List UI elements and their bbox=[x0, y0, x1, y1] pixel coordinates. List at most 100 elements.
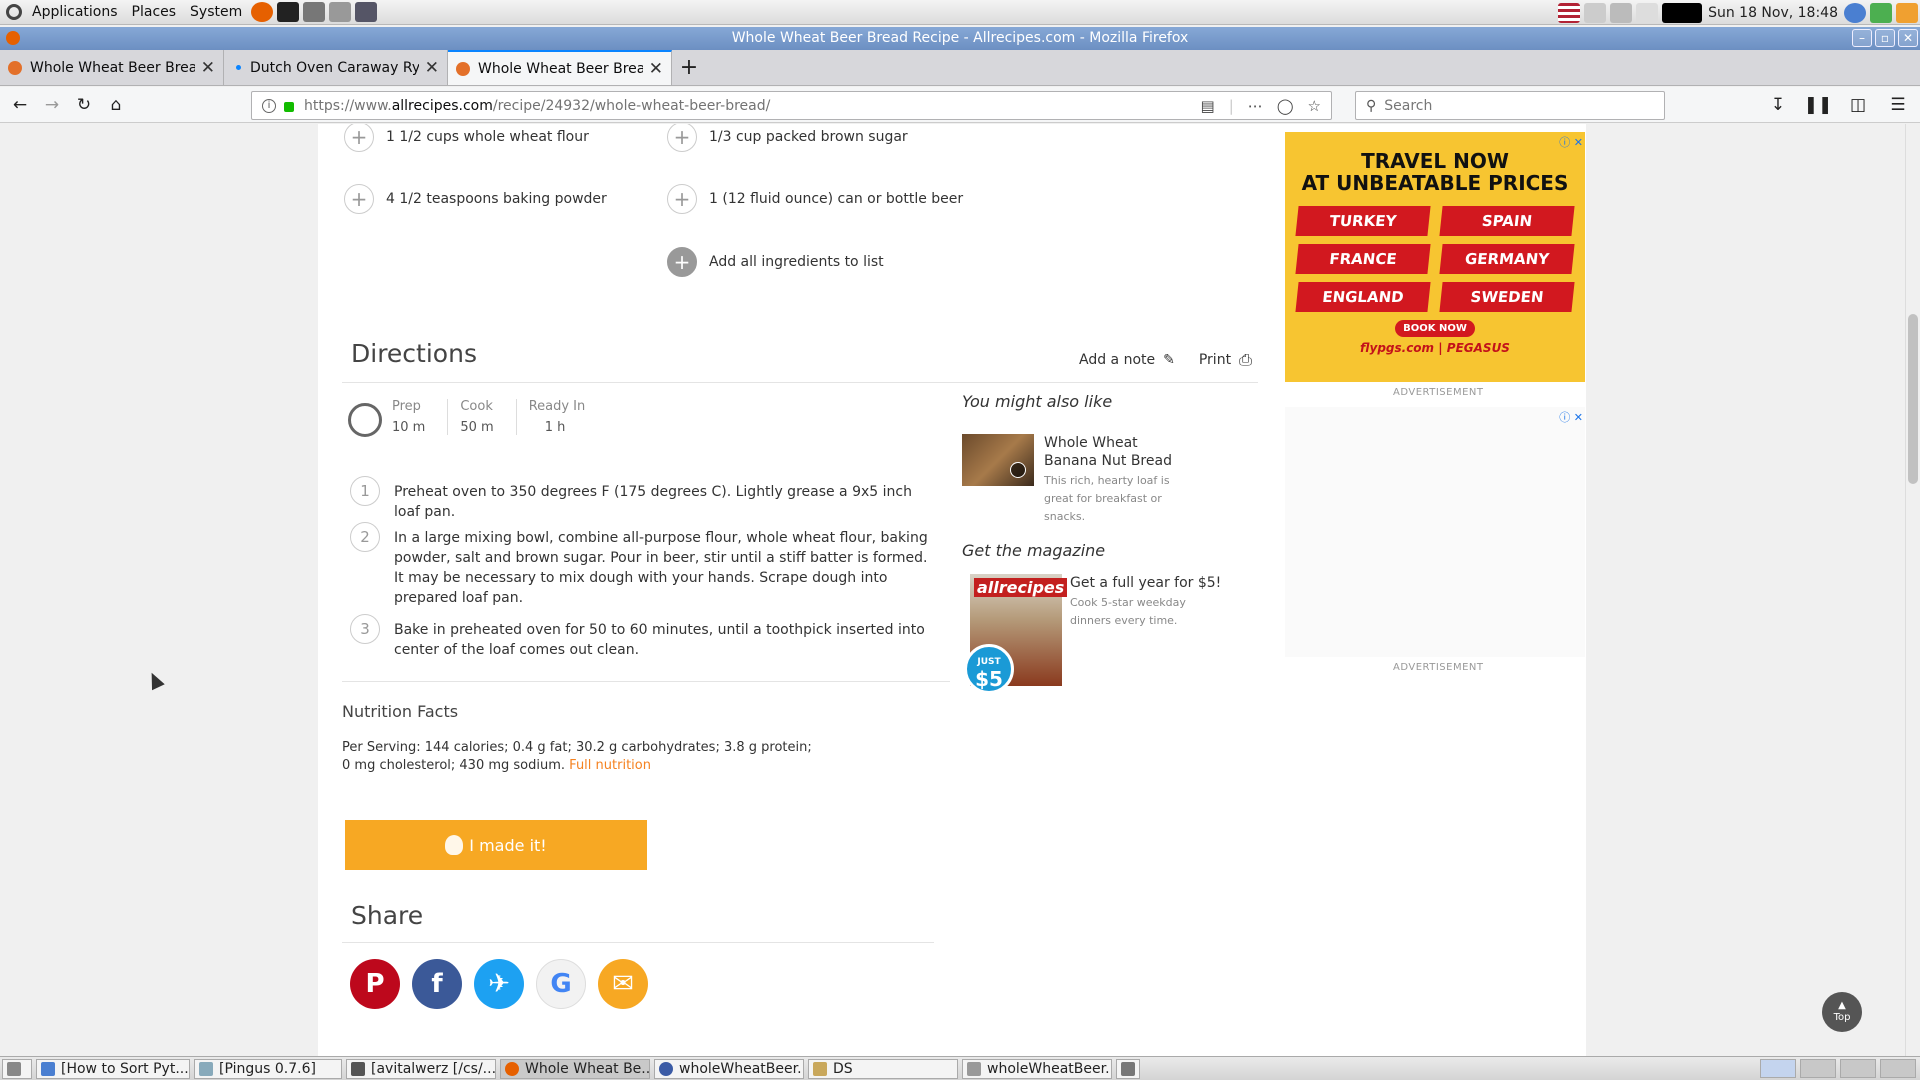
new-tab-button[interactable]: + bbox=[672, 50, 706, 85]
direction-step[interactable]: 1 Preheat oven to 350 degrees F (175 deg… bbox=[350, 476, 940, 522]
magazine-card[interactable]: allrecipes JUST $5 Get a full year for $… bbox=[964, 574, 1230, 694]
trash-icon[interactable] bbox=[1116, 1058, 1140, 1079]
close-tab-icon[interactable]: ✕ bbox=[201, 58, 215, 78]
travel-advertisement[interactable]: ⓘ ✕ TRAVEL NOW AT UNBEATABLE PRICES TURK… bbox=[1285, 132, 1585, 382]
ad-country[interactable]: TURKEY bbox=[1295, 206, 1431, 236]
ad-country[interactable]: ENGLAND bbox=[1295, 282, 1431, 312]
help-icon[interactable] bbox=[1844, 2, 1866, 23]
ingredient-item[interactable]: + 1 1/2 cups whole wheat flour bbox=[344, 124, 589, 152]
google-icon[interactable]: G bbox=[536, 959, 586, 1009]
ingredient-item[interactable]: + 1/3 cup packed brown sugar bbox=[667, 124, 908, 152]
page-scrollbar[interactable] bbox=[1905, 124, 1920, 1056]
also-like-title[interactable]: Whole Wheat Banana Nut Bread bbox=[1044, 434, 1192, 470]
forward-button[interactable]: → bbox=[36, 91, 68, 119]
menu-hamburger-icon[interactable]: ☰ bbox=[1882, 91, 1914, 119]
reload-button[interactable]: ↻ bbox=[68, 91, 100, 119]
twitter-icon[interactable]: ✈ bbox=[474, 959, 524, 1009]
ad-country[interactable]: SWEDEN bbox=[1439, 282, 1575, 312]
sidebar-icon[interactable]: ◫ bbox=[1842, 91, 1874, 119]
magazine-title[interactable]: Get a full year for $5! bbox=[1070, 574, 1230, 592]
magazine-cover[interactable]: allrecipes JUST $5 bbox=[964, 574, 1068, 694]
workspace-switcher[interactable] bbox=[1760, 1059, 1916, 1078]
search-input[interactable]: ⚲ Search bbox=[1355, 91, 1665, 120]
logout-icon[interactable] bbox=[1870, 2, 1892, 23]
url-text[interactable]: https://www.allrecipes.com/recipe/24932/… bbox=[304, 98, 1201, 114]
pencil-icon[interactable]: ✎ bbox=[1163, 352, 1175, 368]
tab-whole-wheat-beer-bread-1[interactable]: Whole Wheat Beer Bread ✕ bbox=[0, 50, 224, 85]
direction-step[interactable]: 3 Bake in preheated oven for 50 to 60 mi… bbox=[350, 614, 940, 660]
reader-view-icon[interactable]: ▤ bbox=[1201, 97, 1215, 115]
bookmark-star-icon[interactable]: ☆ bbox=[1308, 97, 1321, 115]
system-menu[interactable]: System bbox=[183, 4, 249, 20]
system-monitor-icon[interactable] bbox=[1662, 2, 1703, 23]
taskbar-item[interactable]: wholeWheatBeer... bbox=[654, 1058, 804, 1079]
add-all-ingredients-button[interactable]: + Add all ingredients to list bbox=[667, 247, 884, 277]
add-ingredient-icon[interactable]: + bbox=[667, 184, 697, 214]
taskbar-item[interactable]: DS bbox=[808, 1058, 958, 1079]
app-launcher-icon[interactable] bbox=[355, 2, 378, 22]
blank-advertisement[interactable]: ⓘ ✕ bbox=[1285, 407, 1585, 657]
taskbar-item-active[interactable]: Whole Wheat Be... bbox=[500, 1058, 650, 1079]
ad-country[interactable]: SPAIN bbox=[1439, 206, 1575, 236]
page-actions-icon[interactable]: ⋯ bbox=[1248, 97, 1263, 115]
library-icon[interactable]: ❚❚ bbox=[1802, 91, 1834, 119]
back-button[interactable]: ← bbox=[4, 91, 36, 119]
places-menu[interactable]: Places bbox=[125, 4, 184, 20]
banana-bread-thumbnail[interactable] bbox=[962, 434, 1034, 486]
back-to-top-button[interactable]: ▲ Top bbox=[1822, 992, 1862, 1032]
add-ingredient-icon[interactable]: + bbox=[344, 124, 374, 152]
add-ingredient-icon[interactable]: + bbox=[344, 184, 374, 214]
close-window-button[interactable]: ✕ bbox=[1898, 29, 1918, 47]
secure-lock-icon[interactable] bbox=[284, 101, 294, 112]
close-tab-icon[interactable]: ✕ bbox=[649, 59, 663, 79]
pocket-icon[interactable]: ◯ bbox=[1277, 97, 1294, 115]
ad-info-close-icon[interactable]: ⓘ ✕ bbox=[1559, 134, 1583, 150]
shutdown-icon[interactable] bbox=[1896, 2, 1918, 23]
book-now-button[interactable]: BOOK NOW bbox=[1395, 320, 1475, 337]
maximize-button[interactable]: ▫ bbox=[1875, 29, 1895, 47]
site-info-icon[interactable]: i bbox=[262, 98, 276, 113]
tab-whole-wheat-beer-bread-active[interactable]: Whole Wheat Beer Bread ✕ bbox=[448, 50, 672, 85]
ingredient-item[interactable]: + 1 (12 fluid ounce) can or bottle beer bbox=[667, 184, 963, 214]
scrollbar-thumb[interactable] bbox=[1908, 314, 1918, 484]
i-made-it-button[interactable]: I made it! bbox=[345, 820, 647, 870]
applications-menu[interactable]: Applications bbox=[25, 4, 125, 20]
terminal-launcher-icon[interactable] bbox=[277, 2, 300, 22]
close-tab-icon[interactable]: ✕ bbox=[425, 58, 439, 78]
full-nutrition-link[interactable]: Full nutrition bbox=[569, 758, 651, 773]
tab-dutch-oven-caraway-rye[interactable]: Dutch Oven Caraway Rye ✕ bbox=[224, 50, 448, 85]
step-text: Bake in preheated oven for 50 to 60 minu… bbox=[394, 622, 925, 658]
print-link[interactable]: Print bbox=[1199, 352, 1231, 368]
add-ingredient-icon[interactable]: + bbox=[667, 124, 697, 152]
clock[interactable]: Sun 18 Nov, 18:48 bbox=[1708, 5, 1838, 21]
minimize-button[interactable]: – bbox=[1852, 29, 1872, 47]
ad-country[interactable]: GERMANY bbox=[1439, 244, 1575, 274]
drive-icon[interactable] bbox=[1584, 2, 1607, 23]
ad-info-close-icon[interactable]: ⓘ ✕ bbox=[1559, 409, 1583, 425]
ingredient-item[interactable]: + 4 1/2 teaspoons baking powder bbox=[344, 184, 607, 214]
show-desktop-button[interactable] bbox=[2, 1058, 32, 1079]
taskbar-item[interactable]: [Pingus 0.7.6] bbox=[194, 1058, 342, 1079]
volume-icon[interactable] bbox=[1610, 2, 1633, 23]
taskbar-item[interactable]: [How to Sort Pyt... bbox=[36, 1058, 190, 1079]
gimp-launcher-icon[interactable] bbox=[303, 2, 326, 22]
also-like-card[interactable]: Whole Wheat Banana Nut Bread This rich, … bbox=[962, 434, 1192, 526]
settings-launcher-icon[interactable] bbox=[329, 2, 352, 22]
play-video-icon[interactable] bbox=[1010, 462, 1026, 478]
downloads-icon[interactable]: ↧ bbox=[1762, 91, 1794, 119]
email-icon[interactable]: ✉ bbox=[598, 959, 648, 1009]
taskbar-item[interactable]: wholeWheatBeer... bbox=[962, 1058, 1112, 1079]
firefox-launcher-icon[interactable] bbox=[251, 2, 274, 22]
facebook-icon[interactable]: f bbox=[412, 959, 462, 1009]
ad-country[interactable]: FRANCE bbox=[1295, 244, 1431, 274]
direction-step[interactable]: 2 In a large mixing bowl, combine all-pu… bbox=[350, 522, 940, 608]
add-note-link[interactable]: Add a note bbox=[1079, 352, 1155, 368]
us-flag-keyboard-icon[interactable] bbox=[1558, 2, 1581, 23]
gnome-logo-icon[interactable] bbox=[6, 4, 22, 20]
pinterest-icon[interactable]: P bbox=[350, 959, 400, 1009]
taskbar-item[interactable]: [avitalwerz [/cs/... bbox=[346, 1058, 496, 1079]
network-icon[interactable] bbox=[1636, 2, 1659, 23]
printer-icon[interactable]: ⎙ bbox=[1239, 350, 1252, 370]
url-bar[interactable]: i https://www.allrecipes.com/recipe/2493… bbox=[251, 91, 1332, 120]
home-button[interactable]: ⌂ bbox=[100, 91, 132, 119]
